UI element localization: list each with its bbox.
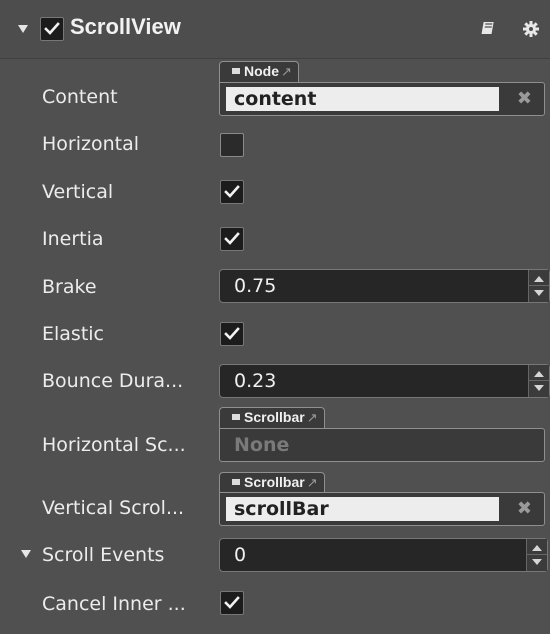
checkmark-icon bbox=[224, 232, 240, 245]
content-label: Content bbox=[42, 86, 118, 108]
book-icon[interactable] bbox=[478, 20, 496, 38]
elastic-label: Elastic bbox=[42, 323, 105, 345]
checkmark-icon bbox=[224, 327, 240, 340]
scroll-events-count: 0 bbox=[234, 544, 247, 566]
checkmark-icon bbox=[224, 596, 240, 609]
vertical-checkbox[interactable] bbox=[220, 180, 244, 204]
horizontal-scrollbar-type-tag: Scrollbar ↗ bbox=[219, 407, 325, 429]
component-enabled-checkbox[interactable] bbox=[40, 17, 64, 41]
content-type-tag: Node ↗ bbox=[219, 61, 299, 83]
spin-down-icon[interactable] bbox=[534, 290, 544, 296]
scroll-events-label: Scroll Events bbox=[42, 544, 165, 566]
cancel-inner-events-checkbox[interactable] bbox=[220, 591, 244, 615]
inertia-label: Inertia bbox=[42, 228, 104, 250]
vertical-label: Vertical bbox=[42, 181, 114, 203]
horizontal-scrollbar-value: None bbox=[234, 434, 290, 456]
content-value: content bbox=[226, 87, 499, 111]
node-type-icon bbox=[232, 68, 240, 74]
component-title: ScrollView bbox=[70, 14, 181, 39]
brake-spinner[interactable] bbox=[528, 270, 549, 302]
cancel-inner-events-label: Cancel Inner ... bbox=[42, 593, 186, 615]
bounce-duration-value: 0.23 bbox=[234, 370, 277, 392]
component-header: ScrollView bbox=[0, 0, 550, 59]
vertical-scrollbar-label: Vertical Scrol... bbox=[42, 497, 185, 519]
spin-up-icon[interactable] bbox=[534, 276, 544, 282]
gear-icon[interactable] bbox=[522, 20, 540, 38]
horizontal-scrollbar-field[interactable]: None bbox=[219, 428, 545, 462]
collapse-arrow-icon[interactable] bbox=[18, 25, 28, 33]
scroll-events-count-input[interactable]: 0 bbox=[219, 538, 548, 572]
brake-input[interactable]: 0.75 bbox=[219, 269, 550, 303]
external-link-icon[interactable]: ↗ bbox=[307, 410, 318, 425]
external-link-icon[interactable]: ↗ bbox=[281, 64, 292, 79]
elastic-checkbox[interactable] bbox=[220, 322, 244, 346]
bounce-duration-input[interactable]: 0.23 bbox=[219, 364, 550, 398]
scroll-events-spinner[interactable] bbox=[526, 539, 547, 571]
horizontal-checkbox[interactable] bbox=[220, 133, 244, 157]
clear-icon[interactable]: ✖ bbox=[517, 498, 532, 519]
brake-value: 0.75 bbox=[234, 275, 277, 297]
checkmark-icon bbox=[224, 185, 240, 198]
spin-down-icon[interactable] bbox=[534, 385, 544, 391]
checkmark-icon bbox=[44, 22, 60, 35]
spin-up-icon[interactable] bbox=[532, 545, 542, 551]
bounce-duration-label: Bounce Dura... bbox=[42, 370, 184, 392]
spin-down-icon[interactable] bbox=[532, 559, 542, 565]
scrollbar-type-icon bbox=[232, 414, 240, 420]
horizontal-label: Horizontal bbox=[42, 133, 140, 155]
content-field[interactable]: content ✖ bbox=[219, 82, 545, 116]
horizontal-scrollbar-label: Horizontal Sc... bbox=[42, 434, 186, 456]
vertical-scrollbar-value: scrollBar bbox=[226, 497, 499, 521]
vertical-scrollbar-field[interactable]: scrollBar ✖ bbox=[219, 492, 545, 526]
inertia-checkbox[interactable] bbox=[220, 227, 244, 251]
clear-icon[interactable]: ✖ bbox=[517, 88, 532, 109]
scroll-events-expand-arrow-icon[interactable] bbox=[21, 550, 31, 558]
spin-up-icon[interactable] bbox=[534, 371, 544, 377]
scrollbar-type-icon bbox=[232, 479, 240, 485]
bounce-duration-spinner[interactable] bbox=[528, 365, 549, 397]
vertical-scrollbar-type-tag: Scrollbar ↗ bbox=[219, 472, 325, 494]
external-link-icon[interactable]: ↗ bbox=[307, 475, 318, 490]
brake-label: Brake bbox=[42, 276, 97, 298]
